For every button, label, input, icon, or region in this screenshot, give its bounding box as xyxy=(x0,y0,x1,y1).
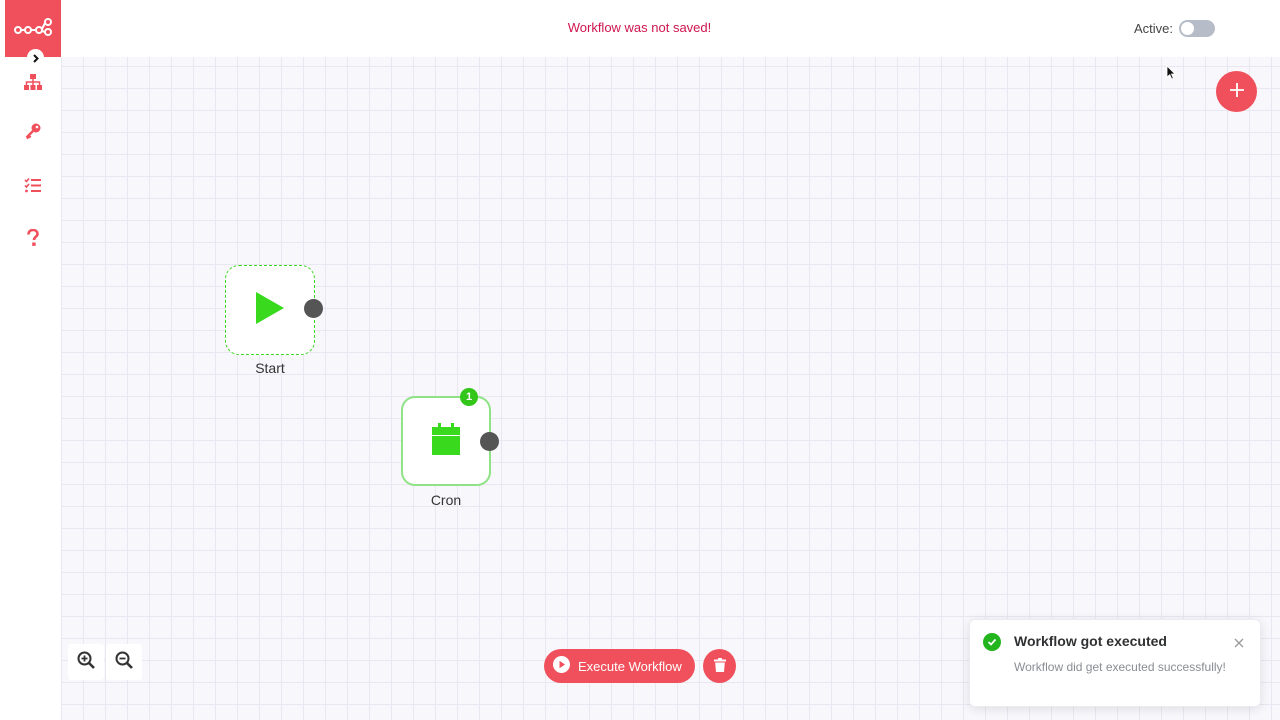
zoom-in-button[interactable] xyxy=(68,644,104,680)
active-control: Active: xyxy=(1134,20,1216,37)
node-start[interactable] xyxy=(225,265,315,355)
toast-message: Workflow did get executed successfully! xyxy=(1014,660,1226,674)
chevron-right-icon xyxy=(31,48,40,67)
close-icon xyxy=(1234,633,1244,652)
sidebar-item-credentials[interactable] xyxy=(21,121,45,145)
node-output-endpoint[interactable] xyxy=(304,299,323,318)
execute-workflow-label: Execute Workflow xyxy=(578,658,682,674)
plus-icon xyxy=(1229,82,1245,102)
help-question-icon xyxy=(26,228,40,251)
credentials-key-icon xyxy=(24,122,42,144)
n8n-logo-icon xyxy=(13,17,53,41)
sidebar-item-executions[interactable] xyxy=(21,175,45,199)
right-edge xyxy=(1274,0,1280,57)
unsaved-status-message: Workflow was not saved! xyxy=(567,20,712,35)
trash-icon xyxy=(713,657,726,676)
sidebar xyxy=(5,0,61,720)
zoom-in-icon xyxy=(77,651,95,673)
node-output-endpoint[interactable] xyxy=(480,432,499,451)
top-bar: Workflow was not saved! Active: xyxy=(61,0,1274,57)
zoom-out-icon xyxy=(115,651,133,673)
node-run-count-badge: 1 xyxy=(460,388,478,406)
mouse-cursor-icon xyxy=(1166,65,1176,84)
delete-execution-button[interactable] xyxy=(703,649,736,683)
toast-close-button[interactable] xyxy=(1232,635,1246,649)
calendar-icon xyxy=(431,422,461,460)
play-icon xyxy=(253,290,287,330)
execute-workflow-button[interactable]: Execute Workflow xyxy=(544,649,695,683)
zoom-out-button[interactable] xyxy=(106,644,142,680)
toast-notification: Workflow got executed Workflow did get e… xyxy=(969,619,1261,707)
sidebar-expand-button[interactable] xyxy=(27,49,44,66)
active-label: Active: xyxy=(1134,21,1174,36)
sidebar-item-help[interactable] xyxy=(21,228,45,252)
executions-list-icon xyxy=(24,177,42,197)
check-circle-icon xyxy=(983,633,1001,651)
node-label: Cron xyxy=(430,492,462,508)
play-circle-icon xyxy=(553,655,570,677)
sidebar-item-workflows[interactable] xyxy=(21,72,45,96)
node-cron[interactable] xyxy=(401,396,491,486)
active-toggle[interactable] xyxy=(1179,20,1216,37)
toast-title: Workflow got executed xyxy=(1014,633,1167,649)
node-label: Start xyxy=(255,360,285,376)
toggle-knob xyxy=(1181,22,1195,35)
workflows-sitemap-icon xyxy=(23,73,43,95)
add-node-button[interactable] xyxy=(1216,71,1257,112)
